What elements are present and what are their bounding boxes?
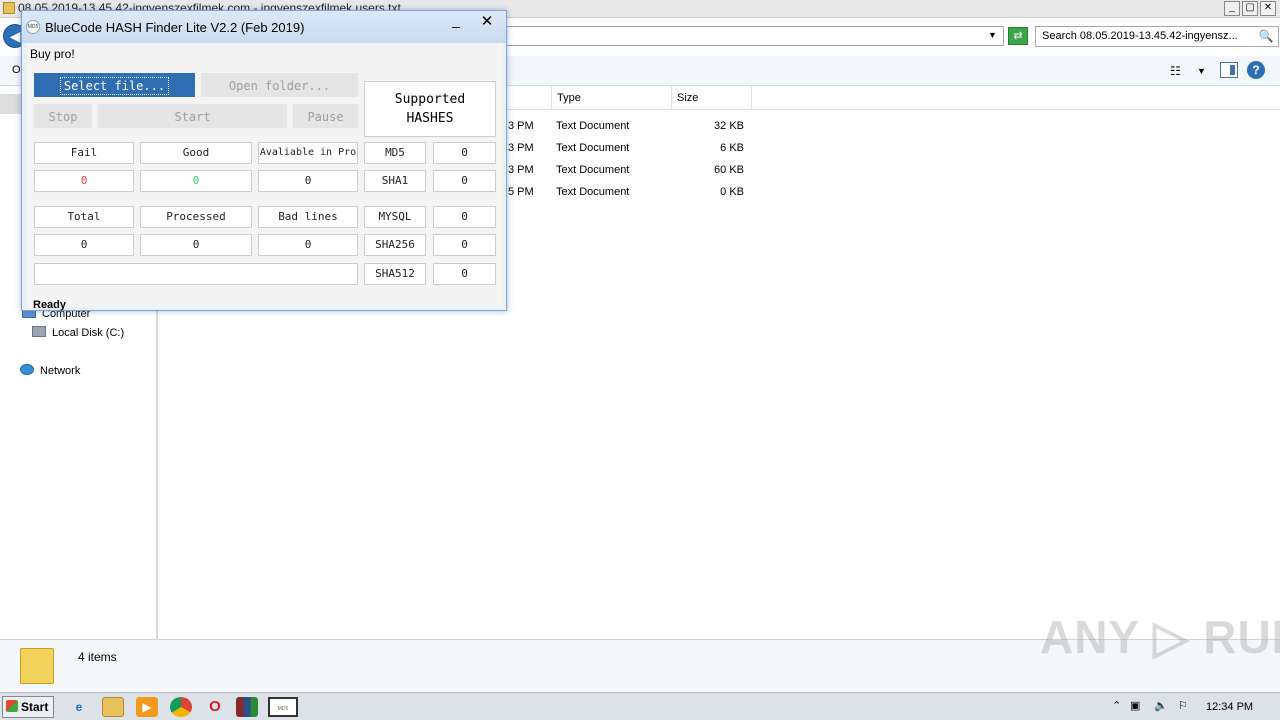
pro-value: 0: [258, 170, 358, 192]
opera-icon[interactable]: O: [204, 697, 226, 717]
search-input[interactable]: Search 08.05.2019-13.45.42-ingyensz...: [1035, 26, 1279, 47]
buy-pro-menu[interactable]: Buy pro!: [30, 47, 75, 61]
nav-item-local-disk[interactable]: Local Disk (C:): [32, 326, 124, 339]
taskbar: Start e ▶ O MD5 ⌃ ▣ 🔈 ⚐ 12:34 PM: [0, 692, 1280, 720]
flag-icon[interactable]: ⚐: [1178, 699, 1188, 712]
folder-icon: [20, 648, 54, 684]
column-type[interactable]: Type: [551, 86, 671, 110]
ie-icon[interactable]: e: [68, 697, 90, 717]
bad-lines-label: Bad lines: [258, 206, 358, 228]
refresh-button[interactable]: ⇄: [1008, 27, 1028, 45]
minimize-button[interactable]: _: [448, 13, 464, 29]
processed-value: 0: [140, 234, 252, 256]
hash-sha512-count: 0: [433, 263, 496, 285]
hash-finder-titlebar[interactable]: MD5 BlueCode HASH Finder Lite V2.2 (Feb …: [22, 11, 506, 43]
preview-pane-icon[interactable]: [1220, 62, 1238, 78]
chevron-up-icon[interactable]: ⌃: [1112, 699, 1121, 712]
good-label: Good: [140, 142, 252, 164]
hash-sha1-count: 0: [433, 170, 496, 192]
hash-sha256-label: SHA256: [364, 234, 426, 256]
close-button[interactable]: ✕: [478, 14, 496, 30]
close-button[interactable]: ✕: [1260, 1, 1276, 16]
chevron-down-icon[interactable]: ▼: [988, 30, 997, 40]
total-label: Total: [34, 206, 134, 228]
supported-hashes-button[interactable]: Supported HASHES: [364, 81, 496, 137]
fail-label: Fail: [34, 142, 134, 164]
explorer-icon[interactable]: [102, 697, 124, 717]
item-count: 4 items: [78, 650, 117, 664]
column-size[interactable]: Size: [671, 86, 751, 110]
window-title: BlueCode HASH Finder Lite V2.2 (Feb 2019…: [45, 20, 305, 35]
progress-field: [34, 263, 358, 285]
hash-finder-taskbar-button[interactable]: MD5: [268, 697, 298, 717]
column-divider: [751, 86, 757, 110]
hash-md5-label: MD5: [364, 142, 426, 164]
folder-icon: [3, 2, 15, 14]
total-value: 0: [34, 234, 134, 256]
help-icon[interactable]: ?: [1247, 61, 1265, 79]
start-button[interactable]: Start: [2, 696, 54, 718]
view-icon[interactable]: ☷: [1170, 64, 1181, 78]
hash-sha512-label: SHA512: [364, 263, 426, 285]
disk-icon: [32, 326, 46, 337]
network-tray-icon[interactable]: ▣: [1130, 699, 1140, 712]
nav-item-network[interactable]: Network: [20, 364, 80, 377]
start-button[interactable]: Start: [98, 104, 287, 128]
chrome-icon[interactable]: [170, 697, 192, 717]
pro-label: Avaliable in Pro: [258, 142, 358, 164]
bad-lines-value: 0: [258, 234, 358, 256]
hash-sha1-label: SHA1: [364, 170, 426, 192]
open-folder-button[interactable]: Open folder...: [201, 73, 358, 97]
hash-finder-window: MD5 BlueCode HASH Finder Lite V2.2 (Feb …: [21, 10, 507, 311]
organize-button[interactable]: O: [12, 64, 21, 76]
pause-button[interactable]: Pause: [293, 104, 358, 128]
good-value: 0: [140, 170, 252, 192]
hash-mysql-count: 0: [433, 206, 496, 228]
processed-label: Processed: [140, 206, 252, 228]
app-icon: MD5: [26, 20, 40, 34]
fail-value: 0: [34, 170, 134, 192]
clock[interactable]: 12:34 PM: [1206, 701, 1253, 713]
network-icon: [20, 364, 34, 375]
media-player-icon[interactable]: ▶: [136, 697, 158, 717]
volume-icon[interactable]: 🔈: [1154, 699, 1168, 712]
select-file-button[interactable]: Select file...: [34, 73, 195, 97]
maximize-button[interactable]: ▢: [1242, 1, 1258, 16]
nav-selection: [0, 94, 22, 114]
minimize-button[interactable]: _: [1224, 1, 1240, 16]
status-text: Ready: [33, 299, 67, 311]
search-icon[interactable]: 🔍: [1256, 27, 1276, 45]
stop-button[interactable]: Stop: [34, 104, 92, 128]
hash-sha256-count: 0: [433, 234, 496, 256]
watermark-logo: ANY ▷ RUN: [1040, 611, 1280, 663]
winrar-icon[interactable]: [236, 697, 258, 717]
chevron-down-icon[interactable]: ▼: [1197, 66, 1206, 76]
hash-md5-count: 0: [433, 142, 496, 164]
hash-finder-body: Buy pro! Select file... Open folder... S…: [27, 43, 503, 311]
hash-mysql-label: MYSQL: [364, 206, 426, 228]
